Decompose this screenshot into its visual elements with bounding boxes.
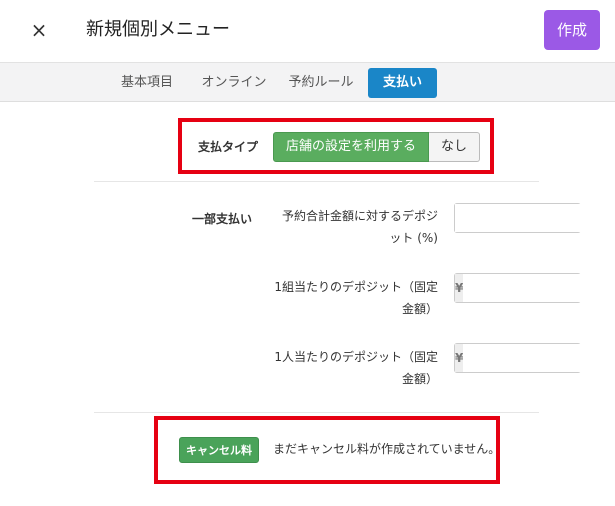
close-icon[interactable]: × xyxy=(26,16,52,44)
deposit-per-person-label: 1人当たりのデポジット（固定 金額） xyxy=(274,350,438,386)
deposit-per-group-input[interactable] xyxy=(463,274,615,302)
deposit-per-person-field: ¥ xyxy=(454,343,615,373)
deposit-percent-input[interactable] xyxy=(455,204,615,232)
tab-online[interactable]: オンライン xyxy=(198,68,270,98)
deposit-per-group-label: 1組当たりのデポジット（固定 金額） xyxy=(274,280,438,316)
payment-type-toggle: 店舗の設定を利用する なし xyxy=(273,132,481,162)
deposit-percent-field: % xyxy=(454,203,615,233)
payment-type-option-store-settings[interactable]: 店舗の設定を利用する xyxy=(273,132,430,162)
deposit-per-group-field: ¥ xyxy=(454,273,615,303)
section-divider xyxy=(94,181,539,182)
payment-type-option-none[interactable]: なし xyxy=(429,132,481,162)
tab-payment[interactable]: 支払い xyxy=(368,68,437,98)
tab-basic[interactable]: 基本項目 xyxy=(106,68,188,98)
cancellation-fee-button[interactable]: キャンセル料 xyxy=(179,437,259,463)
tab-bar: 基本項目 オンライン 予約ルール 支払い xyxy=(0,62,615,102)
payment-type-label: 支払タイプ xyxy=(198,140,259,154)
deposit-per-person-input[interactable] xyxy=(463,344,615,372)
partial-payment-label: 一部支払い xyxy=(192,212,253,226)
modal-header: × 新規個別メニュー 作成 xyxy=(0,0,615,62)
yen-addon: ¥ xyxy=(455,344,464,372)
page-title: 新規個別メニュー xyxy=(86,19,230,40)
section-divider xyxy=(94,412,539,413)
create-button[interactable]: 作成 xyxy=(544,10,600,50)
cancellation-empty-message: まだキャンセル料が作成されていません。 xyxy=(273,442,501,456)
tab-reservation-rules[interactable]: 予約ルール xyxy=(282,68,360,98)
deposit-percent-label: 予約合計金額に対するデポジ ット (%) xyxy=(281,209,438,245)
yen-addon: ¥ xyxy=(455,274,464,302)
